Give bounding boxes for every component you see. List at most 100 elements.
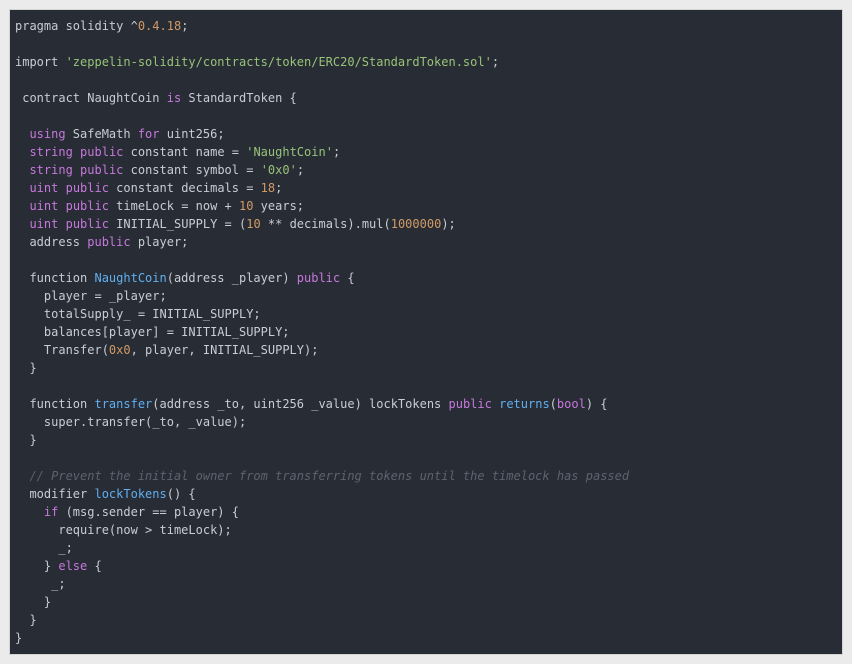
keyword-token: if [43, 505, 59, 519]
function-name-token: returns [499, 397, 550, 411]
code-token: years; [253, 199, 305, 213]
keyword-token: string [29, 145, 73, 159]
code-token: ; [332, 145, 341, 159]
code-token: uint256; [159, 127, 225, 141]
page-frame: pragma solidity ^0.4.18; import 'zeppeli… [0, 0, 852, 664]
code-line: totalSupply_ = INITIAL_SUPPLY; [15, 305, 629, 323]
code-token: ; [275, 181, 283, 195]
keyword-token: public [87, 235, 131, 249]
code-token: function [15, 271, 95, 285]
code-line: // Prevent the initial owner from transf… [15, 467, 629, 485]
code-token: constant name = [123, 145, 247, 159]
code-token: StandardToken { [181, 91, 297, 105]
function-name-token: lockTokens [94, 487, 167, 501]
code-token: ) { [585, 397, 608, 411]
code-token: } [15, 559, 59, 573]
function-name-token: transfer [94, 397, 153, 411]
code-line: } [15, 629, 629, 647]
code-token: } [15, 631, 23, 645]
code-token: player; [130, 235, 189, 249]
code-line: if (msg.sender == player) { [15, 503, 629, 521]
code-line: balances[player] = INITIAL_SUPPLY; [15, 323, 629, 341]
code-line: string public constant name = 'NaughtCoi… [15, 143, 629, 161]
code-token: totalSupply_ = INITIAL_SUPPLY; [15, 307, 261, 321]
code-token: player = _player; [15, 289, 167, 303]
keyword-token: public [296, 271, 341, 285]
code-line: _; [15, 539, 629, 557]
code-line: super.transfer(_to, _value); [15, 413, 629, 431]
code-line: uint public timeLock = now + 10 years; [15, 197, 629, 215]
code-token: constant decimals = [108, 181, 261, 195]
code-token: ; [296, 163, 305, 177]
code-line: } [15, 593, 629, 611]
number-token: 18 [260, 181, 276, 195]
code-line: using SafeMath for uint256; [15, 125, 629, 143]
code-line: } [15, 359, 629, 377]
code-token: SafeMath [65, 127, 138, 141]
code-token: function [15, 397, 95, 411]
code-token: ); [441, 217, 456, 231]
number-token: 0.4.18 [137, 19, 182, 33]
code-token: require(now > timeLock); [15, 523, 232, 537]
string-token: '0x0' [260, 163, 297, 177]
code-line: contract NaughtCoin is StandardToken { [15, 89, 629, 107]
code-line: string public constant symbol = '0x0'; [15, 161, 629, 179]
code-token: pragma solidity ^ [15, 19, 138, 33]
code-token: _; [15, 577, 66, 591]
code-token: ( [549, 397, 557, 411]
code-token: Transfer( [15, 343, 109, 357]
code-line: require(now > timeLock); [15, 521, 629, 539]
code-token: timeLock = now + [108, 199, 239, 213]
keyword-token: is [166, 91, 182, 105]
code-token: modifier [15, 487, 95, 501]
code-token: INITIAL_SUPPLY = ( [108, 217, 247, 231]
keyword-token: bool [556, 397, 586, 411]
code-token: constant symbol = [123, 163, 261, 177]
code-block[interactable]: pragma solidity ^0.4.18; import 'zeppeli… [9, 9, 843, 655]
keyword-token: for [137, 127, 160, 141]
code-line: uint public constant decimals = 18; [15, 179, 629, 197]
comment-token: // Prevent the initial owner from transf… [29, 469, 630, 483]
code-token: ; [181, 19, 189, 33]
code-token: _; [15, 541, 73, 555]
code-line: import 'zeppelin-solidity/contracts/toke… [15, 53, 629, 71]
code-token: super.transfer(_to, _value); [15, 415, 247, 429]
keyword-token: public [65, 181, 109, 195]
code-line: pragma solidity ^0.4.18; [15, 17, 629, 35]
code-token: () { [166, 487, 196, 501]
code-line: } [15, 611, 629, 629]
code-token: contract NaughtCoin [15, 91, 167, 105]
keyword-token: uint [29, 181, 59, 195]
number-token: 10 [239, 199, 254, 213]
keyword-token: public [80, 163, 124, 177]
keyword-token: public [65, 199, 109, 213]
string-token: 'zeppelin-solidity/contracts/token/ERC20… [65, 55, 492, 69]
keyword-token: uint [29, 199, 59, 213]
code-line: function transfer(address _to, uint256 _… [15, 395, 629, 413]
code-content: pragma solidity ^0.4.18; import 'zeppeli… [15, 17, 629, 647]
keyword-token: uint [29, 217, 59, 231]
code-token: balances[player] = INITIAL_SUPPLY; [15, 325, 290, 339]
keyword-token: public [65, 217, 109, 231]
code-line: } else { [15, 557, 629, 575]
number-token: 0x0 [108, 343, 131, 357]
code-line: modifier lockTokens() { [15, 485, 629, 503]
